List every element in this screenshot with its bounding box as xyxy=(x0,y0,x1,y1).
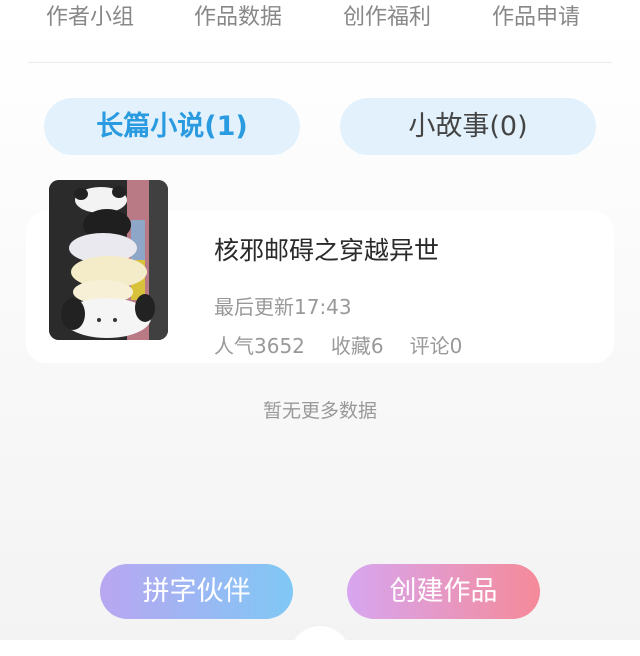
create-work-button[interactable]: 创建作品 xyxy=(347,564,540,619)
tab-long-novel[interactable]: 长篇小说(1) xyxy=(44,98,300,155)
tab-author-group[interactable]: 作者小组 xyxy=(46,0,134,36)
popularity-count: 人气3652 xyxy=(214,334,305,358)
book-stats: 人气3652 收藏6 评论0 xyxy=(214,330,488,359)
tab-work-application[interactable]: 作品申请 xyxy=(492,0,580,36)
comments-count: 评论0 xyxy=(409,334,463,358)
book-title[interactable]: 核邪邮碍之穿越异世 xyxy=(214,231,439,267)
panda-stack-icon xyxy=(49,180,168,340)
top-tab-bar: 作者小组 作品数据 创作福利 作品申请 xyxy=(0,0,640,44)
book-cover[interactable] xyxy=(49,180,168,340)
tab-work-data[interactable]: 作品数据 xyxy=(194,0,282,36)
list-end-text: 暂无更多数据 xyxy=(262,400,377,422)
tab-short-story[interactable]: 小故事(0) xyxy=(340,98,596,155)
last-updated: 最后更新17:43 xyxy=(214,295,352,319)
divider xyxy=(28,62,612,63)
favorites-count: 收藏6 xyxy=(330,334,384,358)
bottom-handle xyxy=(290,626,350,656)
writing-partner-button[interactable]: 拼字伙伴 xyxy=(100,564,293,619)
tab-creator-benefits[interactable]: 创作福利 xyxy=(343,0,431,36)
